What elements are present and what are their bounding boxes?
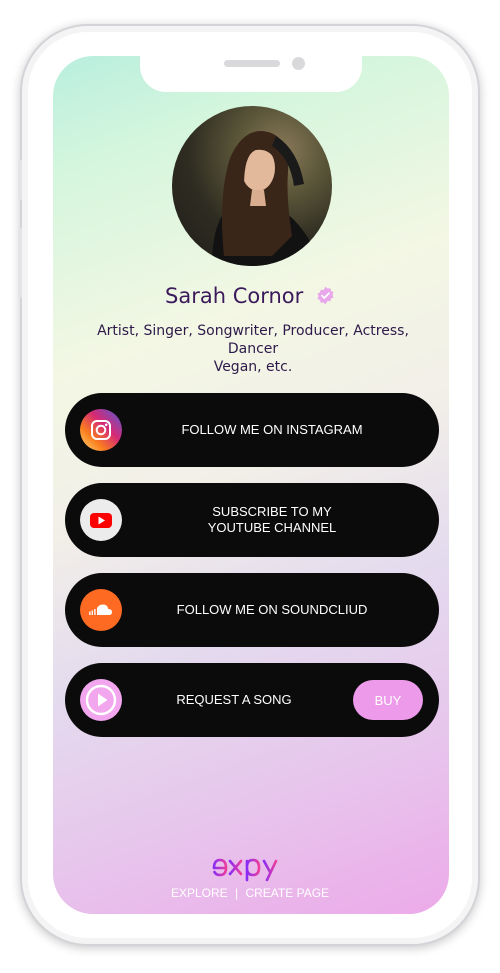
soundcloud-link-label: FOLLOW ME ON SOUNDCLIUD [176, 602, 368, 617]
phone-side-button [18, 160, 22, 200]
phone-notch [140, 52, 362, 92]
instagram-icon [80, 409, 122, 451]
request-song-label: REQUEST A SONG [176, 692, 292, 707]
footer-links: EXPLORE | CREATE PAGE [0, 886, 500, 900]
youtube-icon [80, 499, 122, 541]
phone-camera [292, 57, 305, 70]
bio-line: Artist, Singer, Songwriter, Producer, Ac… [97, 323, 409, 357]
youtube-label-line: SUBSCRIBE TO MY [212, 504, 332, 519]
youtube-link-label: SUBSCRIBE TO MY YOUTUBE CHANNEL [135, 483, 409, 557]
profile-name: Sarah Cornor [0, 282, 500, 312]
instagram-link-button[interactable]: FOLLOW ME ON INSTAGRAM [65, 393, 439, 467]
bio-line: Vegan, etc. [213, 359, 293, 375]
footer-separator: | [235, 886, 239, 900]
expy-logo[interactable] [210, 852, 294, 882]
explore-link[interactable]: EXPLORE [171, 886, 228, 900]
buy-button[interactable]: BUY [353, 680, 423, 720]
profile-bio: Artist, Singer, Songwriter, Producer, Ac… [70, 322, 436, 376]
request-song-button[interactable]: REQUEST A SONG BUY [65, 663, 439, 737]
profile-name-text: Sarah Cornor [165, 284, 304, 308]
instagram-link-label: FOLLOW ME ON INSTAGRAM [181, 422, 363, 437]
create-page-link[interactable]: CREATE PAGE [245, 886, 329, 900]
youtube-link-button[interactable]: SUBSCRIBE TO MY YOUTUBE CHANNEL [65, 483, 439, 557]
soundcloud-link-button[interactable]: FOLLOW ME ON SOUNDCLIUD [65, 573, 439, 647]
play-icon [80, 679, 122, 721]
verified-badge-icon [316, 284, 335, 312]
avatar [172, 106, 332, 266]
youtube-label-line: YOUTUBE CHANNEL [207, 520, 337, 535]
soundcloud-icon [80, 589, 122, 631]
phone-speaker [224, 60, 280, 67]
